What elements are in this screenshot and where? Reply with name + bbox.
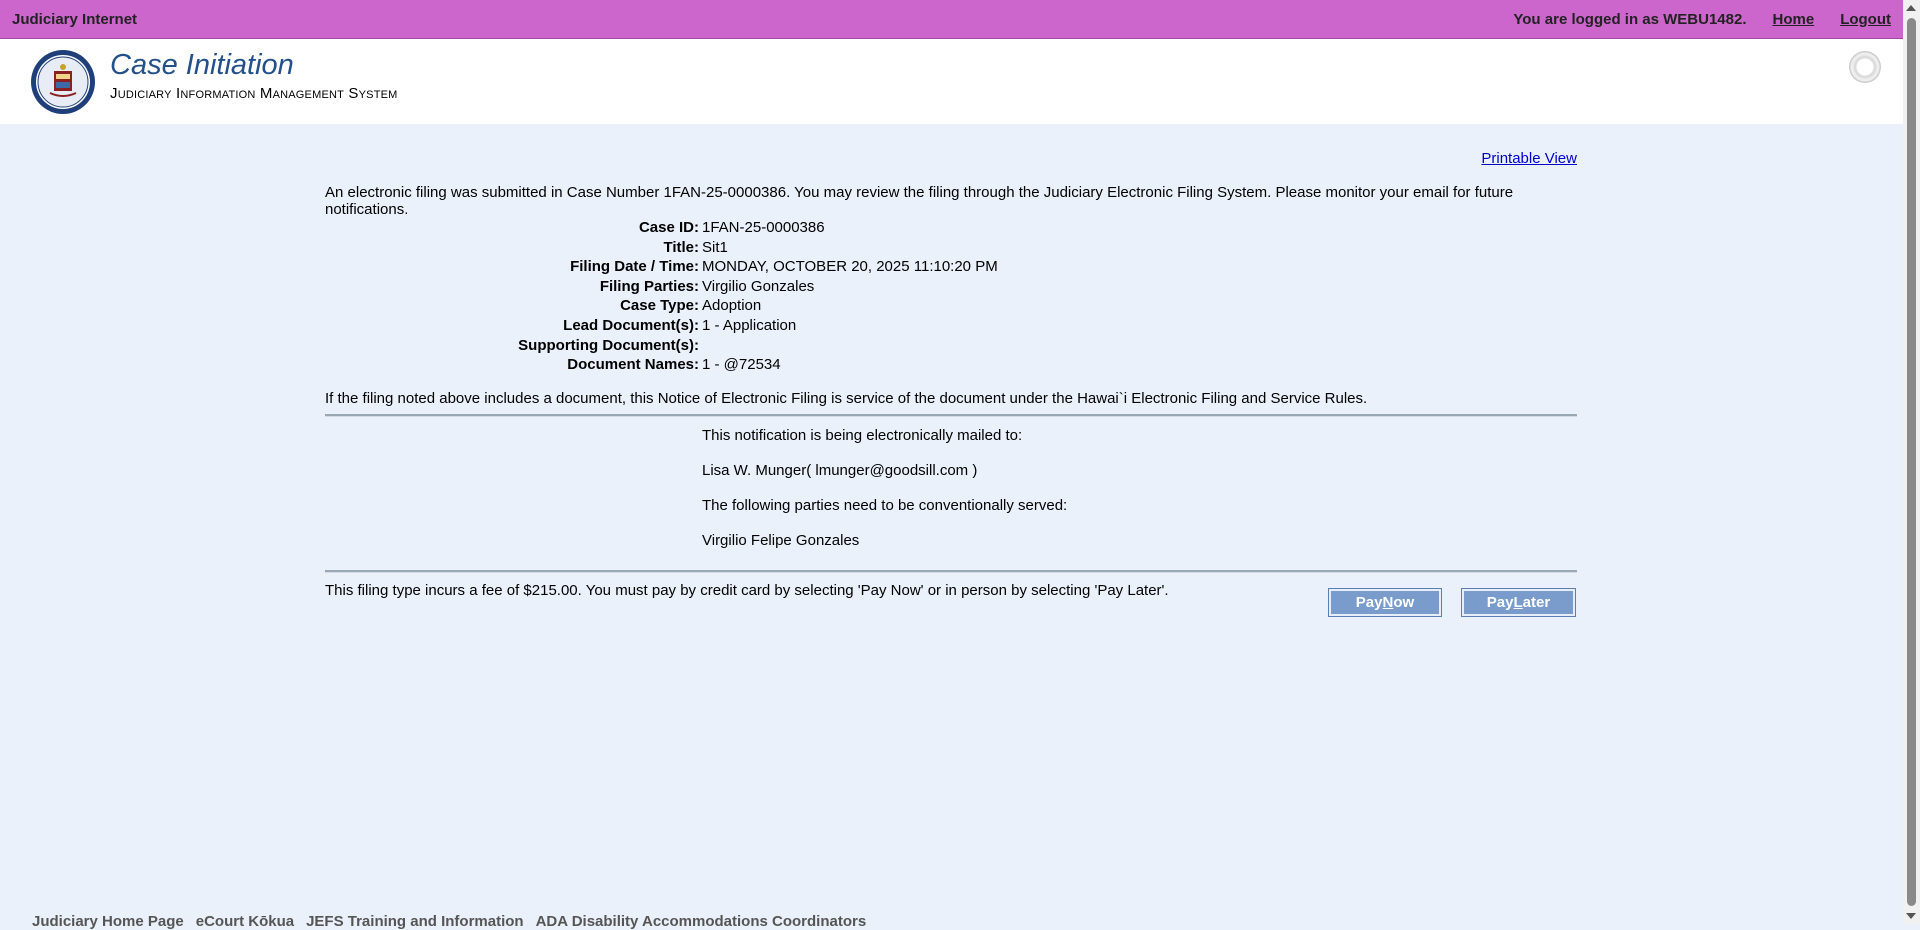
fee-text: This filing type incurs a fee of $215.00… [325, 582, 1169, 599]
notification-recipients: This notification is being electronicall… [702, 427, 1067, 567]
detail-label: Title: [663, 238, 699, 256]
mail-recipient: Lisa W. Munger( lmunger@goodsill.com ) [702, 462, 978, 479]
mail-intro: This notification is being electronicall… [702, 427, 1023, 444]
detail-row: Supporting Document(s): [325, 336, 1577, 356]
detail-row: Title: Sit1 [325, 238, 1577, 258]
pay-later-button[interactable]: Pay Later [1461, 588, 1576, 617]
pay-now-label-pre: Pay [1355, 594, 1383, 611]
detail-value: MONDAY, OCTOBER 20, 2025 11:10:20 PM [702, 258, 998, 276]
detail-label: Case ID: [638, 219, 699, 236]
detail-label: Supporting Document(s): [518, 336, 699, 354]
scrollbar-thumb[interactable] [1907, 18, 1916, 906]
scroll-down-arrow-icon[interactable] [1906, 913, 1916, 919]
footer-link[interactable]: eCourt Kōkua [196, 913, 294, 930]
judiciary-seal-logo [31, 50, 95, 114]
footer-link[interactable]: ADA Disability Accommodations Coordinato… [536, 913, 867, 930]
detail-label: Lead Document(s): [563, 316, 699, 334]
pay-later-label-pre: Pay [1486, 594, 1514, 611]
detail-label: Document Names: [567, 356, 699, 374]
user-links: You are logged in as WEBU1482. Home Logo… [1513, 11, 1903, 28]
filing-details: Case ID: 1FAN-25-0000386 Title: Sit1 Filing … [325, 218, 1577, 375]
printable-view-link[interactable]: Printable View [1481, 150, 1577, 167]
logout-link[interactable]: Logout [1840, 11, 1891, 28]
detail-value: 1FAN-25-0000386 [702, 219, 825, 236]
detail-value: 1 - @72534 [702, 356, 781, 374]
footer-link[interactable]: JEFS Training and Information [306, 913, 524, 930]
footer-link[interactable]: Judiciary Home Page [32, 913, 184, 930]
detail-label: Filing Parties: [599, 277, 699, 295]
pay-now-button[interactable]: Pay Now [1328, 588, 1442, 617]
pay-later-label-post: ater [1522, 594, 1551, 611]
detail-row: Lead Document(s): 1 - Application [325, 316, 1577, 336]
vertical-scrollbar[interactable] [1903, 0, 1920, 924]
conventional-intro: The following parties need to be convent… [702, 497, 1068, 514]
detail-row: Document Names: 1 - @72534 [325, 355, 1577, 375]
intro-text: An electronic filing was submitted in Ca… [325, 184, 1514, 218]
detail-value: 1 - Application [702, 316, 797, 334]
page-title: Case Initiation [110, 49, 294, 81]
scroll-up-arrow-icon[interactable] [1906, 5, 1916, 11]
detail-value: Sit1 [702, 238, 728, 256]
pay-now-label-post: ow [1393, 594, 1415, 611]
conventional-party: Virgilio Felipe Gonzales [702, 532, 860, 549]
detail-value: Adoption [702, 297, 762, 315]
brand-label: Judiciary Internet [12, 10, 138, 28]
pay-now-accesskey: N [1382, 594, 1394, 611]
detail-label: Case Type: [620, 297, 699, 315]
page-subtitle: Judiciary Information Management System [110, 85, 398, 102]
detail-row: Filing Parties: Virgilio Gonzales [325, 277, 1577, 297]
detail-row: Filing Date / Time: MONDAY, OCTOBER 20, 2… [325, 257, 1577, 277]
detail-value: Virgilio Gonzales [702, 277, 815, 295]
detail-row: Case ID: 1FAN-25-0000386 [325, 218, 1577, 238]
pay-later-accesskey: L [1513, 594, 1523, 611]
footer-links: Judiciary Home Page eCourt Kōkua JEFS Trai… [32, 913, 878, 930]
home-link[interactable]: Home [1773, 11, 1815, 28]
divider [325, 570, 1577, 573]
service-note: If the filing noted above includes a doc… [325, 390, 1368, 407]
divider [325, 414, 1577, 417]
loading-indicator-icon [1849, 51, 1881, 83]
detail-label: Filing Date / Time: [570, 258, 699, 276]
app-header: Case Initiation Judiciary Information Ma… [0, 39, 1903, 124]
logged-in-text: You are logged in as WEBU1482. [1513, 10, 1747, 28]
top-bar: Judiciary Internet You are logged in as … [0, 0, 1903, 39]
detail-value [702, 336, 1577, 356]
detail-row: Case Type: Adoption [325, 296, 1577, 316]
